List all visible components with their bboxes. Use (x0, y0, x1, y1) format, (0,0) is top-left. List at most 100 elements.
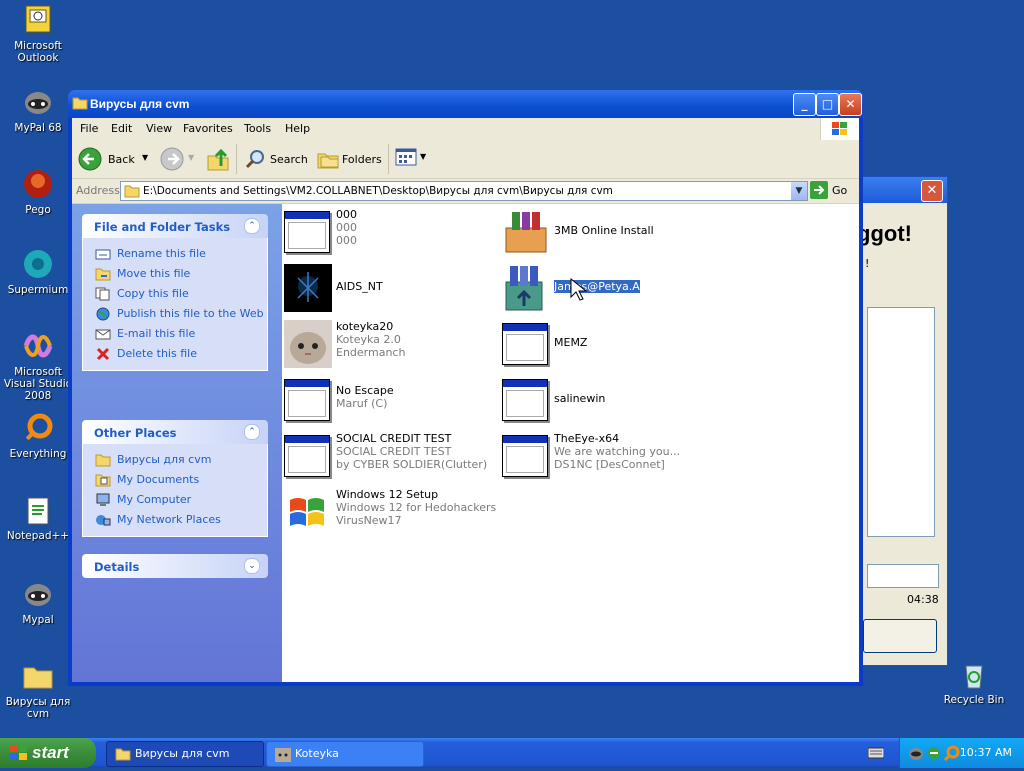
aids-nt-icon (284, 264, 332, 312)
minimize-button[interactable]: _ (793, 93, 816, 116)
task-email[interactable]: E-mail this file (95, 324, 267, 344)
close-icon[interactable]: ✕ (921, 180, 943, 202)
place-my-documents[interactable]: My Documents (95, 470, 267, 490)
views-icon (395, 148, 417, 166)
background-window-timer: 04:38 (907, 593, 939, 606)
taskbar-button-folder[interactable]: Вирусы для cvm (106, 741, 264, 767)
file-item-3mb-online-install[interactable]: 3MB Online Install (502, 208, 722, 256)
desktop-icon-mypal68[interactable]: MyPal 68 (0, 86, 76, 134)
file-item-windows-12-setup[interactable]: Windows 12 Setup Windows 12 for Hedohacke… (284, 488, 504, 536)
menu-file[interactable]: File (80, 122, 98, 135)
window-titlebar[interactable]: Вирусы для cvm _ □ ✕ (68, 90, 863, 118)
expand-icon[interactable]: ⌄ (244, 558, 260, 574)
menu-tools[interactable]: Tools (244, 122, 271, 135)
task-rename[interactable]: Rename this file (95, 244, 267, 264)
up-folder-icon (207, 148, 229, 171)
file-name: AIDS_NT (336, 280, 383, 293)
background-window-input[interactable] (867, 564, 939, 588)
windows-logo-icon (820, 118, 859, 140)
file-tasks-header[interactable]: File and Folder Tasks ⌃ (82, 214, 268, 238)
file-item-000[interactable]: 000 000 000 (284, 208, 504, 256)
taskbar-button-koteyka[interactable]: Koteyka (266, 741, 424, 767)
close-button[interactable]: ✕ (839, 93, 862, 116)
maximize-button[interactable]: □ (816, 93, 839, 116)
file-item-james-petya[interactable]: James@Petya.A (502, 264, 722, 312)
file-name: James@Petya.A (554, 280, 640, 293)
desktop-icon-visual-studio[interactable]: Microsoft Visual Studio 2008 (0, 330, 76, 402)
tray-raccoon-icon[interactable] (908, 745, 924, 764)
other-places-panel: Other Places ⌃ Вирусы для cvm My Documen… (82, 420, 268, 537)
chevron-down-icon[interactable]: ▼ (188, 153, 194, 162)
go-label: Go (832, 184, 848, 197)
menu-favorites[interactable]: Favorites (183, 122, 233, 135)
background-window-text: ! (865, 257, 870, 270)
desktop-icon-supermium[interactable]: Supermium (0, 248, 76, 296)
copy-icon (95, 287, 111, 301)
tray-network-icon[interactable] (926, 745, 942, 764)
installer-box-icon (502, 208, 550, 256)
desktop-icon-folder[interactable]: Вирусы для cvm (0, 660, 76, 720)
file-item-social-credit-test[interactable]: SOCIAL CREDIT TEST SOCIAL CREDIT TEST by C… (284, 432, 504, 480)
file-item-koteyka20[interactable]: koteyka20 Koteyka 2.0 Endermanch (284, 320, 504, 368)
details-panel: Details ⌄ (82, 554, 268, 578)
desktop-icon-pego[interactable]: Pego (0, 168, 76, 216)
address-input[interactable]: E:\Documents and Settings\VM2.COLLABNET\… (120, 181, 808, 201)
chevron-down-icon[interactable]: ▼ (791, 182, 807, 200)
back-arrow-icon (78, 147, 102, 174)
search-button[interactable]: Search (242, 144, 308, 174)
explorer-window[interactable]: Вирусы для cvm _ □ ✕ File Edit View Favo… (68, 90, 863, 686)
address-bar: Address E:\Documents and Settings\VM2.CO… (72, 179, 859, 204)
place-my-computer[interactable]: My Computer (95, 490, 267, 510)
globe-icon (95, 307, 111, 321)
collapse-icon[interactable]: ⌃ (244, 218, 260, 234)
file-item-aids-nt[interactable]: AIDS_NT (284, 264, 504, 312)
task-delete[interactable]: Delete this file (95, 344, 267, 364)
background-window-button[interactable] (863, 619, 937, 653)
supermium-icon (22, 248, 54, 280)
menu-view[interactable]: View (146, 122, 172, 135)
chevron-down-icon[interactable]: ▼ (142, 153, 148, 162)
pego-icon (22, 168, 54, 200)
keyboard-icon[interactable] (867, 747, 885, 762)
up-folder-button[interactable] (206, 146, 230, 175)
task-move[interactable]: Move this file (95, 264, 267, 284)
go-arrow-icon (810, 181, 828, 199)
background-window-heading: ggot! (857, 221, 912, 246)
search-label: Search (270, 153, 308, 166)
desktop-icon-outlook[interactable]: Microsoft Outlook (0, 4, 76, 64)
background-window[interactable]: ✕ ggot! ! 04:38 (857, 176, 948, 666)
other-places-header[interactable]: Other Places ⌃ (82, 420, 268, 444)
file-item-no-escape[interactable]: No Escape Maruf (C) (284, 376, 504, 424)
desktop-icon-label: Вирусы для cvm (5, 696, 71, 720)
folder-icon (124, 184, 140, 201)
place-my-network[interactable]: My Network Places (95, 510, 267, 530)
file-item-theeye-x64[interactable]: TheEye-x64 We are watching you... DS1NC [D… (502, 432, 722, 480)
background-window-titlebar[interactable]: ✕ (861, 177, 947, 203)
menu-edit[interactable]: Edit (111, 122, 132, 135)
task-publish[interactable]: Publish this file to the Web (95, 304, 267, 324)
file-item-memz[interactable]: MEMZ (502, 320, 722, 368)
views-button[interactable]: ▼ (394, 146, 430, 172)
task-copy[interactable]: Copy this file (95, 284, 267, 304)
taskbar-button-label: Koteyka (295, 747, 339, 760)
notepadpp-icon (22, 494, 54, 526)
background-window-textbox[interactable] (867, 307, 935, 537)
forward-button[interactable]: ▼ (158, 144, 198, 174)
tray-search-icon[interactable] (943, 745, 960, 764)
file-item-salinewin[interactable]: salinewin (502, 376, 722, 424)
desktop-icon-everything[interactable]: Everything (0, 412, 76, 460)
collapse-icon[interactable]: ⌃ (244, 424, 260, 440)
file-name: Windows 12 Setup (336, 488, 439, 501)
menu-help[interactable]: Help (285, 122, 310, 135)
details-header[interactable]: Details ⌄ (82, 554, 268, 578)
place-folder[interactable]: Вирусы для cvm (95, 450, 267, 470)
desktop-icon-mypal[interactable]: Mypal (0, 578, 76, 626)
desktop-icon-notepadpp[interactable]: Notepad++ (0, 494, 76, 542)
folder-icon (22, 660, 54, 692)
folder-icon (72, 96, 88, 113)
windows-logo-icon (10, 745, 28, 766)
start-button[interactable]: start (0, 738, 96, 768)
outlook-icon (22, 4, 54, 36)
folders-button[interactable]: Folders (314, 144, 382, 174)
back-button[interactable]: Back ▼ (76, 144, 152, 174)
